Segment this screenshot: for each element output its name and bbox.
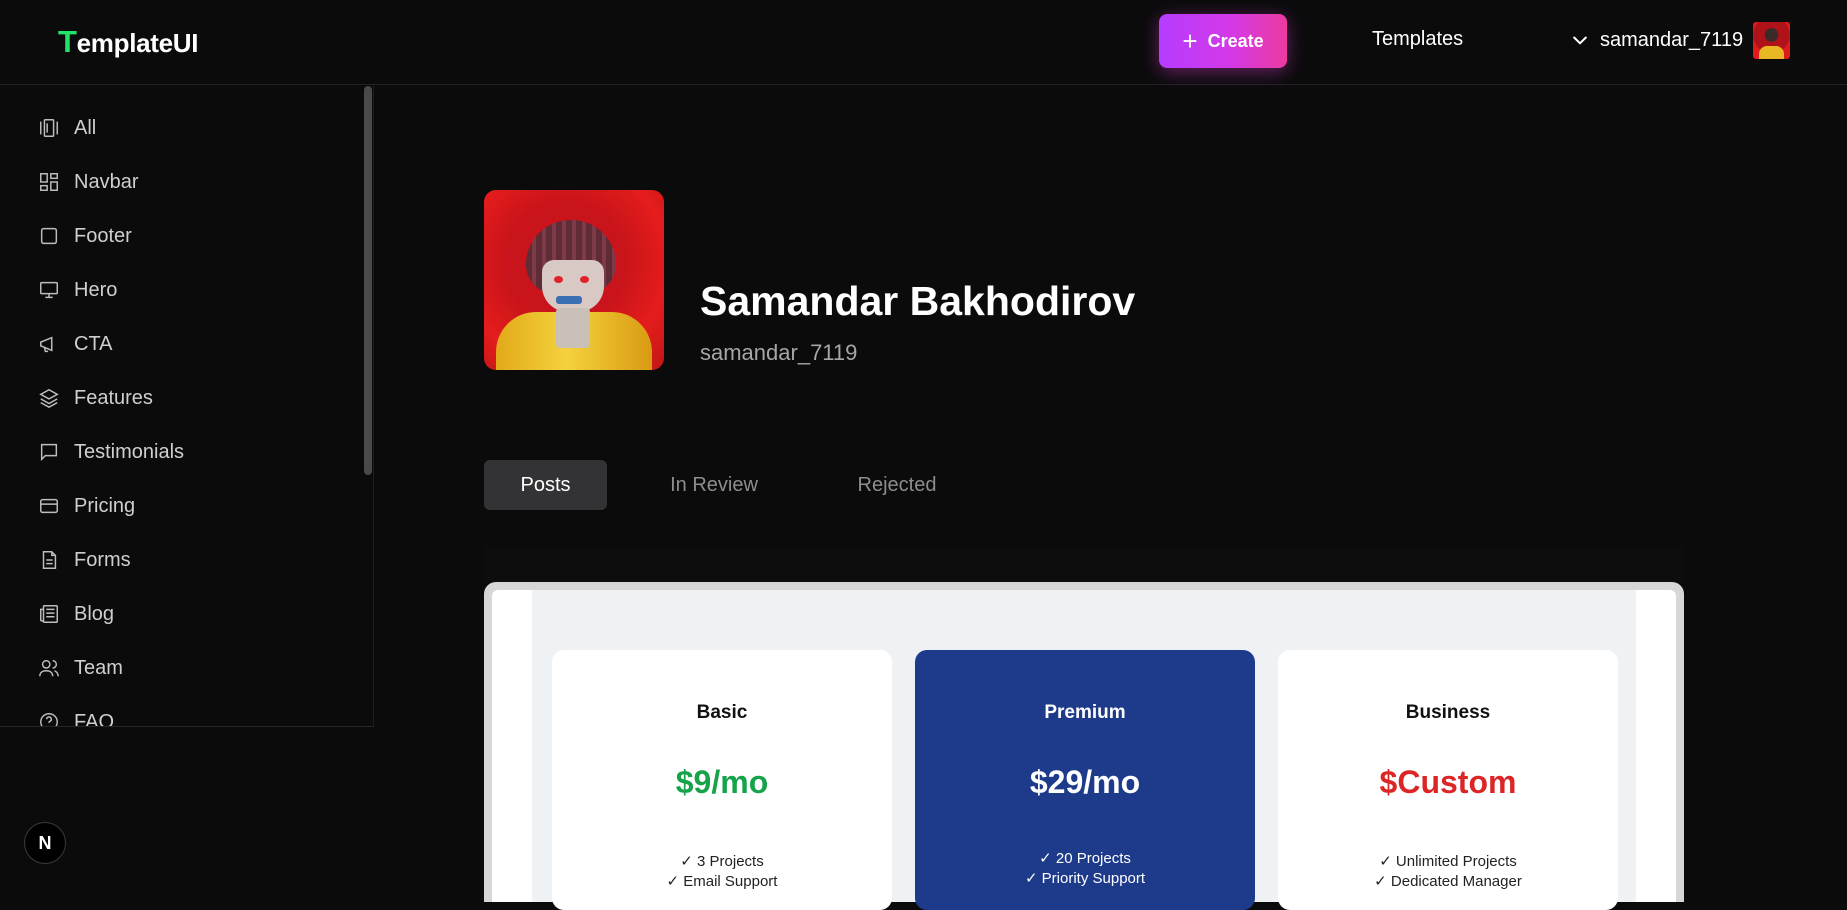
pricing-card-premium: Premium $29/mo ✓ 20 Projects ✓ Priority … [915,650,1255,910]
sidebar-item-label: Forms [74,548,131,571]
plan-feature: ✓ Email Support [666,873,778,890]
sidebar-item-label: Pricing [74,494,136,517]
sidebar-item-blog[interactable]: Blog [38,597,114,631]
sidebar-item-label: Footer [74,224,132,247]
plan-name: Business [1405,702,1491,723]
sidebar-divider [0,726,374,727]
plan-name: Basic [696,702,748,723]
template-preview-card[interactable]: Basic $9/mo ✓ 3 Projects ✓ Email Support… [484,582,1684,910]
sidebar-item-all[interactable]: All [38,111,96,145]
tab-rejected[interactable]: Rejected [832,460,962,510]
square-icon [40,227,58,245]
sidebar-item-label: Navbar [74,170,139,193]
pricing-card-basic: Basic $9/mo ✓ 3 Projects ✓ Email Support [552,650,892,910]
sidebar-item-testimonials[interactable]: Testimonials [38,435,184,469]
profile-avatar [484,190,664,370]
sidebar-item-label: All [74,116,97,139]
newspaper-icon [40,605,58,623]
layers-icon [39,388,59,409]
sidebar-item-navbar[interactable]: Navbar [38,165,138,199]
sidebar-item-pricing[interactable]: Pricing [38,489,135,523]
monitor-icon [40,281,58,299]
posts-container [484,548,1684,582]
sidebar-item-label: Blog [74,602,115,625]
create-button-label: Create [1207,30,1264,51]
sidebar-item-hero[interactable]: Hero [38,273,117,307]
plan-price: $Custom [1379,764,1517,800]
sidebar-scrollbar[interactable] [364,86,372,475]
sidebar-item-cta[interactable]: CTA [38,327,113,361]
sidebar-item-label: FAQ [74,710,115,728]
logo-letter: T [58,24,77,59]
plan-feature: ✓ 3 Projects [680,853,764,870]
sidebar-item-label: Features [74,386,153,409]
plan-price: $29/mo [1029,764,1141,800]
sidebar-item-label: Hero [74,278,118,301]
sidebar-item-label: CTA [74,332,113,355]
profile-name: Samandar Bakhodirov [700,278,1136,324]
megaphone-icon [40,336,53,353]
layout-dashboard-icon [40,173,58,191]
plan-price: $9/mo [675,764,769,800]
chevron-down-icon [1573,36,1587,45]
plan-name: Premium [1044,702,1126,723]
logo[interactable]: TemplateUI [58,24,199,60]
plan-feature: ✓ 20 Projects [1039,850,1131,867]
tab-in-review[interactable]: In Review [648,460,780,510]
plan-feature: ✓ Unlimited Projects [1379,853,1517,870]
message-square-icon [40,443,58,462]
sidebar-item-label: Team [74,656,123,679]
tab-posts[interactable]: Posts [484,460,607,510]
users-icon [39,659,59,677]
sidebar-item-footer[interactable]: Footer [38,219,132,253]
plan-feature: ✓ Priority Support [1024,870,1146,887]
pricing-section-preview: Basic $9/mo ✓ 3 Projects ✓ Email Support… [532,590,1636,910]
sidebar-item-label: Testimonials [74,440,185,463]
sidebar: All Navbar Footer Hero CTA Features Test… [0,85,374,727]
user-menu[interactable]: samandar_7119 [1570,20,1791,60]
templates-link[interactable]: Templates [1372,28,1463,51]
sidebar-item-features[interactable]: Features [38,381,153,415]
sidebar-item-faq[interactable]: FAQ [38,705,114,727]
library-icon [40,119,58,137]
sidebar-item-forms[interactable]: Forms [38,543,131,577]
logo-text: emplateUI [76,28,199,58]
user-menu-username: samandar_7119 [1600,28,1744,51]
credit-card-icon [40,498,58,514]
preview-canvas: Basic $9/mo ✓ 3 Projects ✓ Email Support… [492,590,1676,910]
avatar[interactable] [1753,21,1791,59]
file-text-icon [42,551,57,569]
pricing-card-business: Business $Custom ✓ Unlimited Projects ✓ … [1278,650,1618,910]
dev-indicator-badge[interactable]: N [24,822,66,864]
sidebar-item-team[interactable]: Team [38,651,123,685]
top-navbar: TemplateUI + Create Templates samandar_7… [0,0,1847,85]
help-circle-icon [40,713,58,727]
create-button[interactable]: + Create [1159,14,1287,68]
plan-feature: ✓ Dedicated Manager [1374,873,1522,890]
plus-icon: + [1182,26,1198,56]
profile-handle: samandar_7119 [700,340,858,365]
